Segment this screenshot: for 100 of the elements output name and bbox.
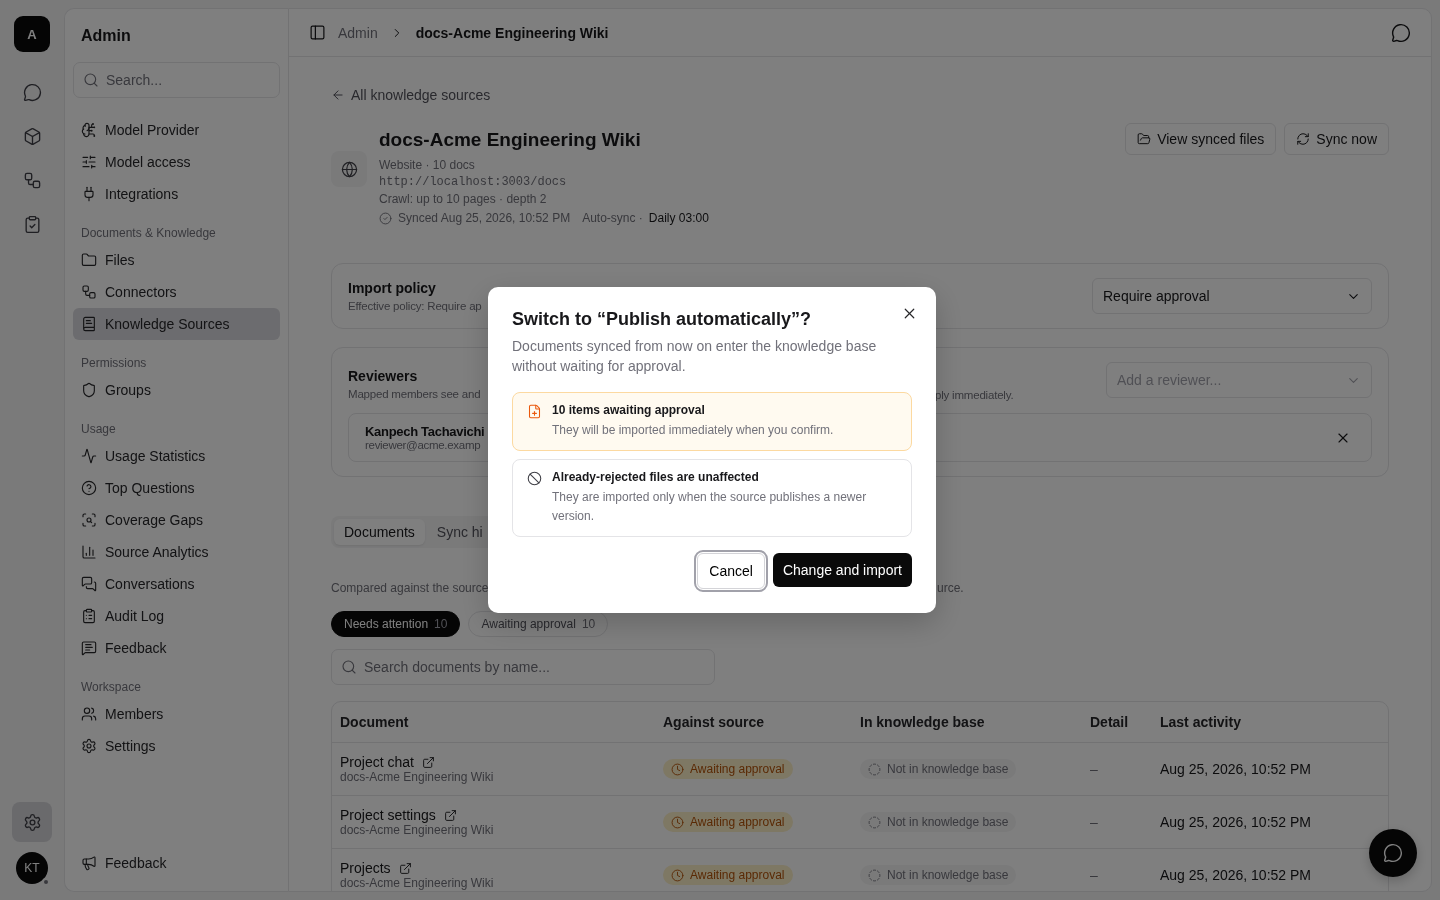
- settings-button[interactable]: [12, 802, 52, 842]
- dialog-description: Documents synced from now on enter the knowledge base without waiting for approval.: [512, 337, 878, 376]
- sidebar-item[interactable]: Connectors: [73, 276, 280, 308]
- file-plus-icon: [527, 404, 542, 419]
- activity-icon: [81, 448, 97, 464]
- sidebar-item[interactable]: Coverage Gaps: [73, 504, 280, 536]
- sync-button[interactable]: Sync now: [1284, 123, 1389, 155]
- status-badge: Awaiting approval: [663, 759, 793, 779]
- bar-chart-icon: [81, 544, 97, 560]
- notice-text: They will be imported immediately when you confirm.: [552, 422, 834, 439]
- document-link[interactable]: Project settings: [340, 807, 663, 823]
- sidebar-item[interactable]: Groups: [73, 374, 280, 406]
- status-badge: Awaiting approval: [663, 812, 793, 832]
- dashed-circle-icon: [868, 762, 881, 776]
- dashed-circle-icon: [868, 815, 881, 829]
- column-header: Detail: [1090, 714, 1130, 730]
- folder-icon: [81, 252, 97, 268]
- app-logo[interactable]: A: [14, 16, 50, 52]
- sidebar-item[interactable]: Source Analytics: [73, 536, 280, 568]
- document-search-field[interactable]: Search documents by name...: [331, 649, 715, 685]
- cube-icon: [22, 126, 42, 146]
- sidebar-item[interactable]: Settings: [73, 730, 280, 762]
- tab[interactable]: Sync hi: [426, 519, 493, 545]
- column-header: Last activity: [1160, 714, 1242, 730]
- clock-icon: [671, 815, 684, 829]
- document-source: docs-Acme Engineering Wiki: [340, 876, 495, 890]
- sidebar-item[interactable]: Audit Log: [73, 600, 280, 632]
- help-icon: [81, 480, 97, 496]
- auto-sync-label: Auto-sync ·: [582, 211, 643, 225]
- sync-status: Synced Aug 25, 2026, 10:52 PM: [398, 211, 571, 225]
- filter-chip[interactable]: Needs attention 10: [331, 611, 461, 637]
- table-cell: –: [1090, 867, 1098, 883]
- card-description: Effective policy: Require ap: [348, 300, 482, 312]
- sidebar-item[interactable]: Conversations: [73, 568, 280, 600]
- plug-icon: [81, 186, 97, 202]
- section-heading: Usage: [80, 422, 117, 436]
- dialog-title: Switch to “Publish automatically”?: [512, 309, 813, 330]
- notice-title: Already-rejected files are unaffected: [552, 470, 760, 484]
- shield-icon: [81, 382, 97, 398]
- search-field[interactable]: Search...: [73, 62, 280, 98]
- status-badge: Awaiting approval: [663, 865, 793, 885]
- status-badge: Not in knowledge base: [860, 812, 1017, 832]
- table-cell: Aug 25, 2026, 10:52 PM: [1160, 761, 1311, 777]
- sidebar-toggle-icon[interactable]: [309, 24, 326, 41]
- settings-icon: [22, 812, 42, 832]
- dashed-circle-icon: [868, 868, 881, 882]
- breadcrumb-link[interactable]: Admin: [338, 24, 378, 41]
- confirm-button[interactable]: Change and import: [772, 553, 912, 587]
- chat-icon[interactable]: [1391, 22, 1411, 43]
- refresh-icon: [1296, 132, 1311, 146]
- card-title: Import policy: [348, 280, 437, 296]
- breadcrumb-link[interactable]: docs-Acme Engineering Wiki: [415, 24, 609, 41]
- document-link[interactable]: Project chat: [340, 754, 663, 770]
- workflow-icon: [22, 170, 42, 190]
- source-meta: Website · 10 docs: [379, 158, 476, 172]
- book-icon: [81, 316, 97, 332]
- external-link-icon: [398, 861, 412, 875]
- card-description: Mapped members see and: [348, 388, 482, 400]
- sidebar-item[interactable]: Knowledge Sources: [73, 308, 280, 340]
- sliders-icon: [81, 154, 97, 170]
- clock-icon: [671, 868, 684, 882]
- message-icon: [81, 640, 97, 656]
- table-cell: Aug 25, 2026, 10:52 PM: [1160, 867, 1311, 883]
- chat-icon: [81, 576, 97, 592]
- reviewer-name: Kanpech Tachavichi: [365, 424, 485, 439]
- tab[interactable]: Documents: [334, 519, 425, 545]
- sidebar-item[interactable]: Files: [73, 244, 280, 276]
- policy-select[interactable]: Require approval: [1092, 278, 1372, 314]
- documents-note: urce.: [937, 581, 964, 595]
- search-icon: [341, 659, 357, 675]
- cancel-button[interactable]: Cancel: [697, 553, 765, 589]
- section-heading: Documents & Knowledge: [80, 226, 217, 240]
- sidebar-item[interactable]: Members: [73, 698, 280, 730]
- sidebar-item[interactable]: Feedback: [73, 632, 280, 664]
- clipboard-icon: [81, 608, 97, 624]
- chat-button[interactable]: [1369, 829, 1417, 877]
- external-link-icon: [421, 755, 435, 769]
- view-files-button[interactable]: View synced files: [1125, 123, 1277, 155]
- back-link[interactable]: All knowledge sources: [331, 87, 1389, 103]
- card-description: ply immediately.: [935, 389, 1014, 401]
- users-icon: [81, 706, 97, 722]
- filter-chip[interactable]: Awaiting approval 10: [468, 611, 609, 637]
- table-cell: Aug 25, 2026, 10:52 PM: [1160, 814, 1311, 830]
- sidebar-item[interactable]: Top Questions: [73, 472, 280, 504]
- scan-icon: [81, 512, 97, 528]
- sidebar-item[interactable]: Integrations: [73, 178, 280, 210]
- column-header: In knowledge base: [860, 714, 986, 730]
- sidebar-item[interactable]: Model Provider: [73, 114, 280, 146]
- auto-sync-schedule: Daily 03:00: [648, 211, 709, 225]
- user-avatar[interactable]: KT: [16, 852, 48, 884]
- workflow-icon: [81, 284, 97, 300]
- feedback-link[interactable]: Feedback: [73, 847, 280, 879]
- document-source: docs-Acme Engineering Wiki: [340, 770, 495, 784]
- brain-icon: [81, 122, 97, 138]
- sidebar-item[interactable]: Model access: [73, 146, 280, 178]
- sidebar-item[interactable]: Usage Statistics: [73, 440, 280, 472]
- document-link[interactable]: Projects: [340, 860, 663, 876]
- section-heading: Permissions: [80, 356, 148, 370]
- table-cell: –: [1090, 761, 1098, 777]
- chat-icon: [22, 82, 42, 102]
